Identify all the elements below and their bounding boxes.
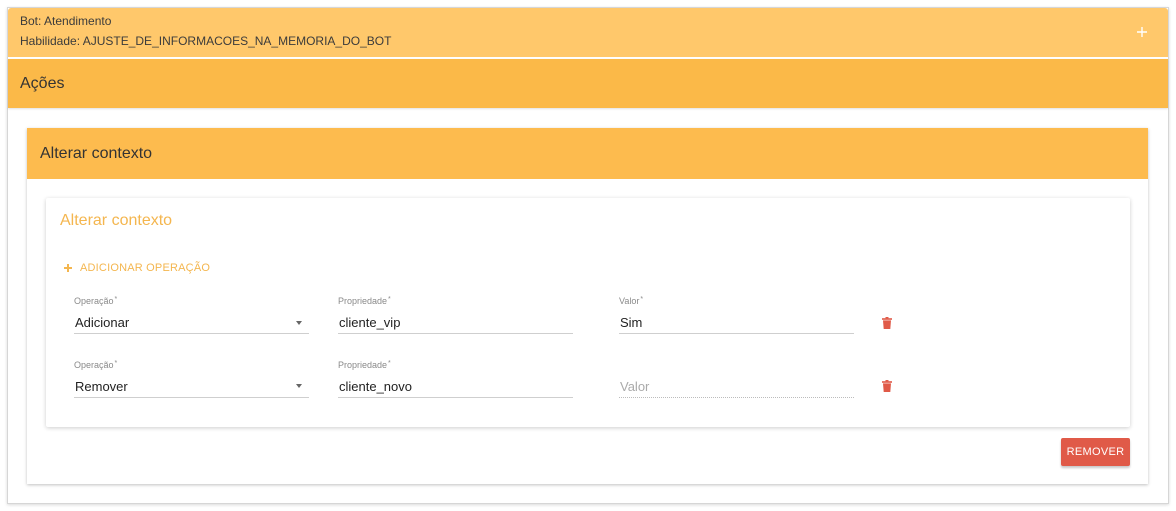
actions-section-header: Ações xyxy=(8,59,1168,108)
trash-icon xyxy=(882,317,892,329)
action-card-title: Alterar contexto xyxy=(40,145,153,162)
form-title: Alterar contexto xyxy=(60,212,173,229)
operation-value: Adicionar xyxy=(75,315,130,330)
remove-action-button[interactable]: REMOVER xyxy=(1061,438,1130,466)
plus-icon xyxy=(64,264,72,272)
plus-icon xyxy=(1137,27,1147,37)
delete-operation-button[interactable] xyxy=(882,380,892,392)
context-form-card: Alterar contexto ADICIONAR OPERAÇÃO #add… xyxy=(46,198,1130,427)
property-input[interactable] xyxy=(338,314,573,332)
add-operation-label: ADICIONAR OPERAÇÃO xyxy=(80,262,211,274)
property-input[interactable] xyxy=(338,378,573,396)
add-operation-button[interactable]: ADICIONAR OPERAÇÃO xyxy=(64,261,264,275)
property-label-wrap: Propriedade* xyxy=(338,296,391,308)
operation-select[interactable]: Operação* Remover xyxy=(74,358,309,398)
value-field: Valor* xyxy=(619,294,854,334)
operation-label: Operação xyxy=(74,360,114,370)
expand-button[interactable] xyxy=(1137,27,1147,37)
value-input[interactable] xyxy=(619,378,854,396)
required-mark: * xyxy=(114,360,118,367)
required-mark: * xyxy=(114,296,118,303)
dropdown-arrow-icon xyxy=(296,321,302,325)
required-mark: * xyxy=(640,296,644,303)
value-label: Valor xyxy=(619,296,640,306)
property-field: Propriedade* xyxy=(338,294,573,334)
action-card-header: Alterar contexto xyxy=(27,128,1148,179)
operation-label-wrap: Operação* xyxy=(74,360,117,372)
property-label: Propriedade xyxy=(338,360,388,370)
operation-label: Operação xyxy=(74,296,114,306)
value-field xyxy=(619,358,854,398)
bot-name: Bot: Atendimento xyxy=(20,14,112,28)
property-label-wrap: Propriedade* xyxy=(338,360,391,372)
trash-icon xyxy=(882,380,892,392)
value-input[interactable] xyxy=(619,314,854,332)
property-field: Propriedade* xyxy=(338,358,573,398)
property-label: Propriedade xyxy=(338,296,388,306)
bot-skill-header[interactable]: Bot: Atendimento Habilidade: AJUSTE_DE_I… xyxy=(8,8,1168,57)
delete-operation-button[interactable] xyxy=(882,317,892,329)
operation-value: Remover xyxy=(75,379,128,394)
required-mark: * xyxy=(388,360,391,367)
skill-name: Habilidade: AJUSTE_DE_INFORMACOES_NA_MEM… xyxy=(20,34,392,48)
operation-select[interactable]: Operação* Adicionar xyxy=(74,294,309,334)
operation-label-wrap: Operação* xyxy=(74,296,117,308)
required-mark: * xyxy=(388,296,391,303)
actions-section-title: Ações xyxy=(20,75,65,92)
dropdown-arrow-icon xyxy=(296,384,302,388)
value-label-wrap: Valor* xyxy=(619,296,643,308)
action-card: Alterar contexto Alterar contexto ADICIO… xyxy=(27,128,1148,484)
